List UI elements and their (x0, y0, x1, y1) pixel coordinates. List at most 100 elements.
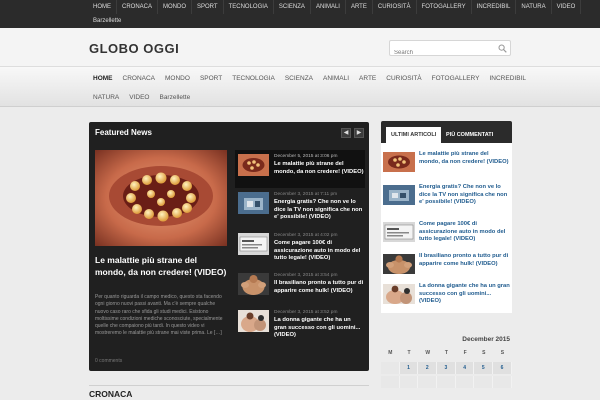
calendar-weekday: M (388, 350, 393, 356)
calendar-weekday: S (500, 350, 505, 356)
sidebar-item-title[interactable]: Le malattie più strane del mondo, da non… (419, 151, 511, 166)
sidebar-item-thumbnail (383, 284, 415, 304)
sidebar-list-item[interactable]: La donna gigante che ha un gran successo… (381, 275, 512, 305)
top-nav-arte[interactable]: ARTE (346, 0, 373, 14)
featured-item-title[interactable]: La donna gigante che ha un gran successo… (274, 317, 364, 340)
calendar-week-row (381, 376, 512, 388)
top-nav-cronaca[interactable]: CRONACA (117, 0, 159, 14)
calendar-weekday: T (444, 350, 448, 356)
featured-list-item[interactable]: December 3, 2015 at 3:52 pm La donna gig… (235, 306, 365, 344)
calendar-widget: December 2015 M T W T F S S 1 2 3 4 5 6 (381, 330, 512, 400)
search-input[interactable] (390, 46, 495, 60)
featured-news: Featured News ◀ ▶ Le malattie più strane… (89, 122, 369, 371)
top-nav-natura[interactable]: NATURA (516, 0, 552, 14)
sidebar-item-title[interactable]: Energia gratis? Che non ve lo dice la TV… (419, 184, 511, 207)
main-nav-natura[interactable]: NATURA (88, 89, 124, 107)
calendar-day[interactable]: 3 (437, 362, 456, 374)
section-title-cronaca[interactable]: CRONACA (89, 389, 132, 399)
main-nav-incredibil[interactable]: INCREDIBIL (484, 70, 530, 88)
featured-main-image[interactable] (95, 150, 227, 246)
main-nav-row-1: HOME CRONACA MONDO SPORT TECNOLOGIA SCIE… (88, 70, 531, 90)
featured-item-date: December 3, 2015 at 3:54 pm (274, 273, 338, 278)
featured-list-item[interactable]: December 3, 2015 at 7:11 pm Energia grat… (235, 188, 365, 226)
calendar-day (399, 376, 419, 388)
featured-item-thumbnail (238, 192, 269, 214)
featured-item-title[interactable]: Come pagare 100€ di assicurazione auto i… (274, 240, 364, 263)
featured-item-title[interactable]: Il brasiliano pronto a tutto pur di appa… (274, 280, 364, 295)
main-nav-tecnologia[interactable]: TECNOLOGIA (227, 70, 280, 88)
calendar-day (474, 376, 494, 388)
calendar-day[interactable]: 6 (493, 362, 512, 374)
sidebar-item-thumbnail (383, 185, 415, 205)
main-nav-animali[interactable]: ANIMALI (318, 70, 354, 88)
calendar-day[interactable]: 4 (455, 362, 475, 374)
calendar-day[interactable]: 1 (399, 362, 419, 374)
top-nav-mondo[interactable]: MONDO (158, 0, 193, 14)
next-arrow-icon[interactable]: ▶ (354, 128, 364, 138)
main-nav-mondo[interactable]: MONDO (160, 70, 195, 88)
featured-list-item[interactable]: December 5, 2015 at 3:06 pm Le malattie … (235, 150, 365, 188)
top-nav-fotogallery[interactable]: FOTOGALLERY (417, 0, 472, 14)
main-nav-barzellette[interactable]: Barzellette (154, 89, 195, 107)
calendar-title: December 2015 (462, 336, 510, 343)
top-nav-scienza[interactable]: SCIENZA (274, 0, 311, 14)
featured-item-date: December 5, 2015 at 3:06 pm (274, 154, 338, 159)
top-nav-video[interactable]: VIDEO (552, 0, 582, 14)
tab-piu-commentati[interactable]: PIÙ COMMENTATI (441, 127, 498, 143)
sidebar-tab-panel: Le malattie più strane del mondo, da non… (381, 143, 512, 313)
featured-item-title[interactable]: Le malattie più strane del mondo, da non… (274, 161, 364, 176)
top-nav-sport[interactable]: SPORT (192, 0, 224, 14)
featured-list-item[interactable]: December 3, 2015 at 4:02 pm Come pagare … (235, 229, 365, 267)
main-nav-cronaca[interactable]: CRONACA (118, 70, 161, 88)
calendar-weekday: T (407, 350, 411, 356)
sidebar-item-title[interactable]: Il brasiliano pronto a tutto pur di appa… (419, 253, 511, 268)
featured-item-title[interactable]: Energia gratis? Che non ve lo dice la TV… (274, 199, 364, 222)
sidebar-list-item[interactable]: Come pagare 100€ di assicurazione auto i… (381, 213, 512, 243)
sidebar-list-item[interactable]: Energia gratis? Che non ve lo dice la TV… (381, 176, 512, 206)
main-nav-arte[interactable]: ARTE (354, 70, 381, 88)
top-nav: HOME CRONACA MONDO SPORT TECNOLOGIA SCIE… (0, 0, 600, 28)
featured-item-date: December 3, 2015 at 3:52 pm (274, 310, 338, 315)
calendar-day (418, 376, 438, 388)
featured-list-item[interactable]: December 3, 2015 at 3:54 pm Il brasilian… (235, 269, 365, 307)
featured-item-thumbnail (238, 273, 269, 295)
calendar-day (437, 376, 456, 388)
featured-main-excerpt: Per quanto riguarda il campo medico, que… (95, 294, 223, 337)
featured-main-comments[interactable]: 0 comments (95, 358, 122, 364)
top-nav-animali[interactable]: ANIMALI (311, 0, 346, 14)
sidebar-item-thumbnail (383, 254, 415, 274)
sidebar-item-title[interactable]: Come pagare 100€ di assicurazione auto i… (419, 221, 511, 244)
top-nav-barzellette[interactable]: Barzellette (88, 14, 126, 28)
sidebar-item-title[interactable]: La donna gigante che ha un gran successo… (419, 283, 511, 306)
main-nav-scienza[interactable]: SCIENZA (280, 70, 318, 88)
calendar-day (381, 362, 400, 374)
top-nav-incredibil[interactable]: INCREDIBIL (472, 0, 517, 14)
prev-arrow-icon[interactable]: ◀ (341, 128, 351, 138)
calendar-day (455, 376, 475, 388)
tab-ultimi-articoli[interactable]: ULTIMI ARTICOLI (386, 127, 442, 143)
calendar-day[interactable]: 5 (474, 362, 494, 374)
calendar-weekday: F (463, 350, 467, 356)
main-nav-sport[interactable]: SPORT (195, 70, 227, 88)
search-icon[interactable] (498, 44, 507, 53)
top-nav-tecnologia[interactable]: TECNOLOGIA (224, 0, 274, 14)
sidebar-list-item[interactable]: Le malattie più strane del mondo, da non… (381, 143, 512, 173)
sidebar-list-item[interactable]: Il brasiliano pronto a tutto pur di appa… (381, 245, 512, 275)
calendar-weekday: S (482, 350, 486, 356)
calendar-day[interactable]: 2 (418, 362, 438, 374)
site-logo[interactable]: GLOBO OGGI (89, 41, 179, 56)
calendar-weekday: W (425, 350, 431, 356)
top-nav-row-2: Barzellette (88, 14, 126, 28)
featured-item-date: December 3, 2015 at 7:11 pm (274, 192, 338, 197)
top-nav-curiosita[interactable]: CURIOSITÀ (373, 0, 417, 14)
main-nav-fotogallery[interactable]: FOTOGALLERY (427, 70, 485, 88)
main-nav-home[interactable]: HOME (88, 70, 118, 88)
section-divider (89, 385, 369, 386)
main-nav-video[interactable]: VIDEO (124, 89, 154, 107)
main-nav-curiosita[interactable]: CURIOSITÀ (381, 70, 426, 88)
featured-main-title[interactable]: Le malattie più strane del mondo, da non… (95, 254, 227, 278)
site-header: GLOBO OGGI (0, 28, 600, 66)
sidebar-tabs: ULTIMI ARTICOLI PIÙ COMMENTATI (381, 121, 512, 143)
top-nav-row-1: HOME CRONACA MONDO SPORT TECNOLOGIA SCIE… (88, 0, 582, 14)
top-nav-home[interactable]: HOME (88, 0, 117, 14)
